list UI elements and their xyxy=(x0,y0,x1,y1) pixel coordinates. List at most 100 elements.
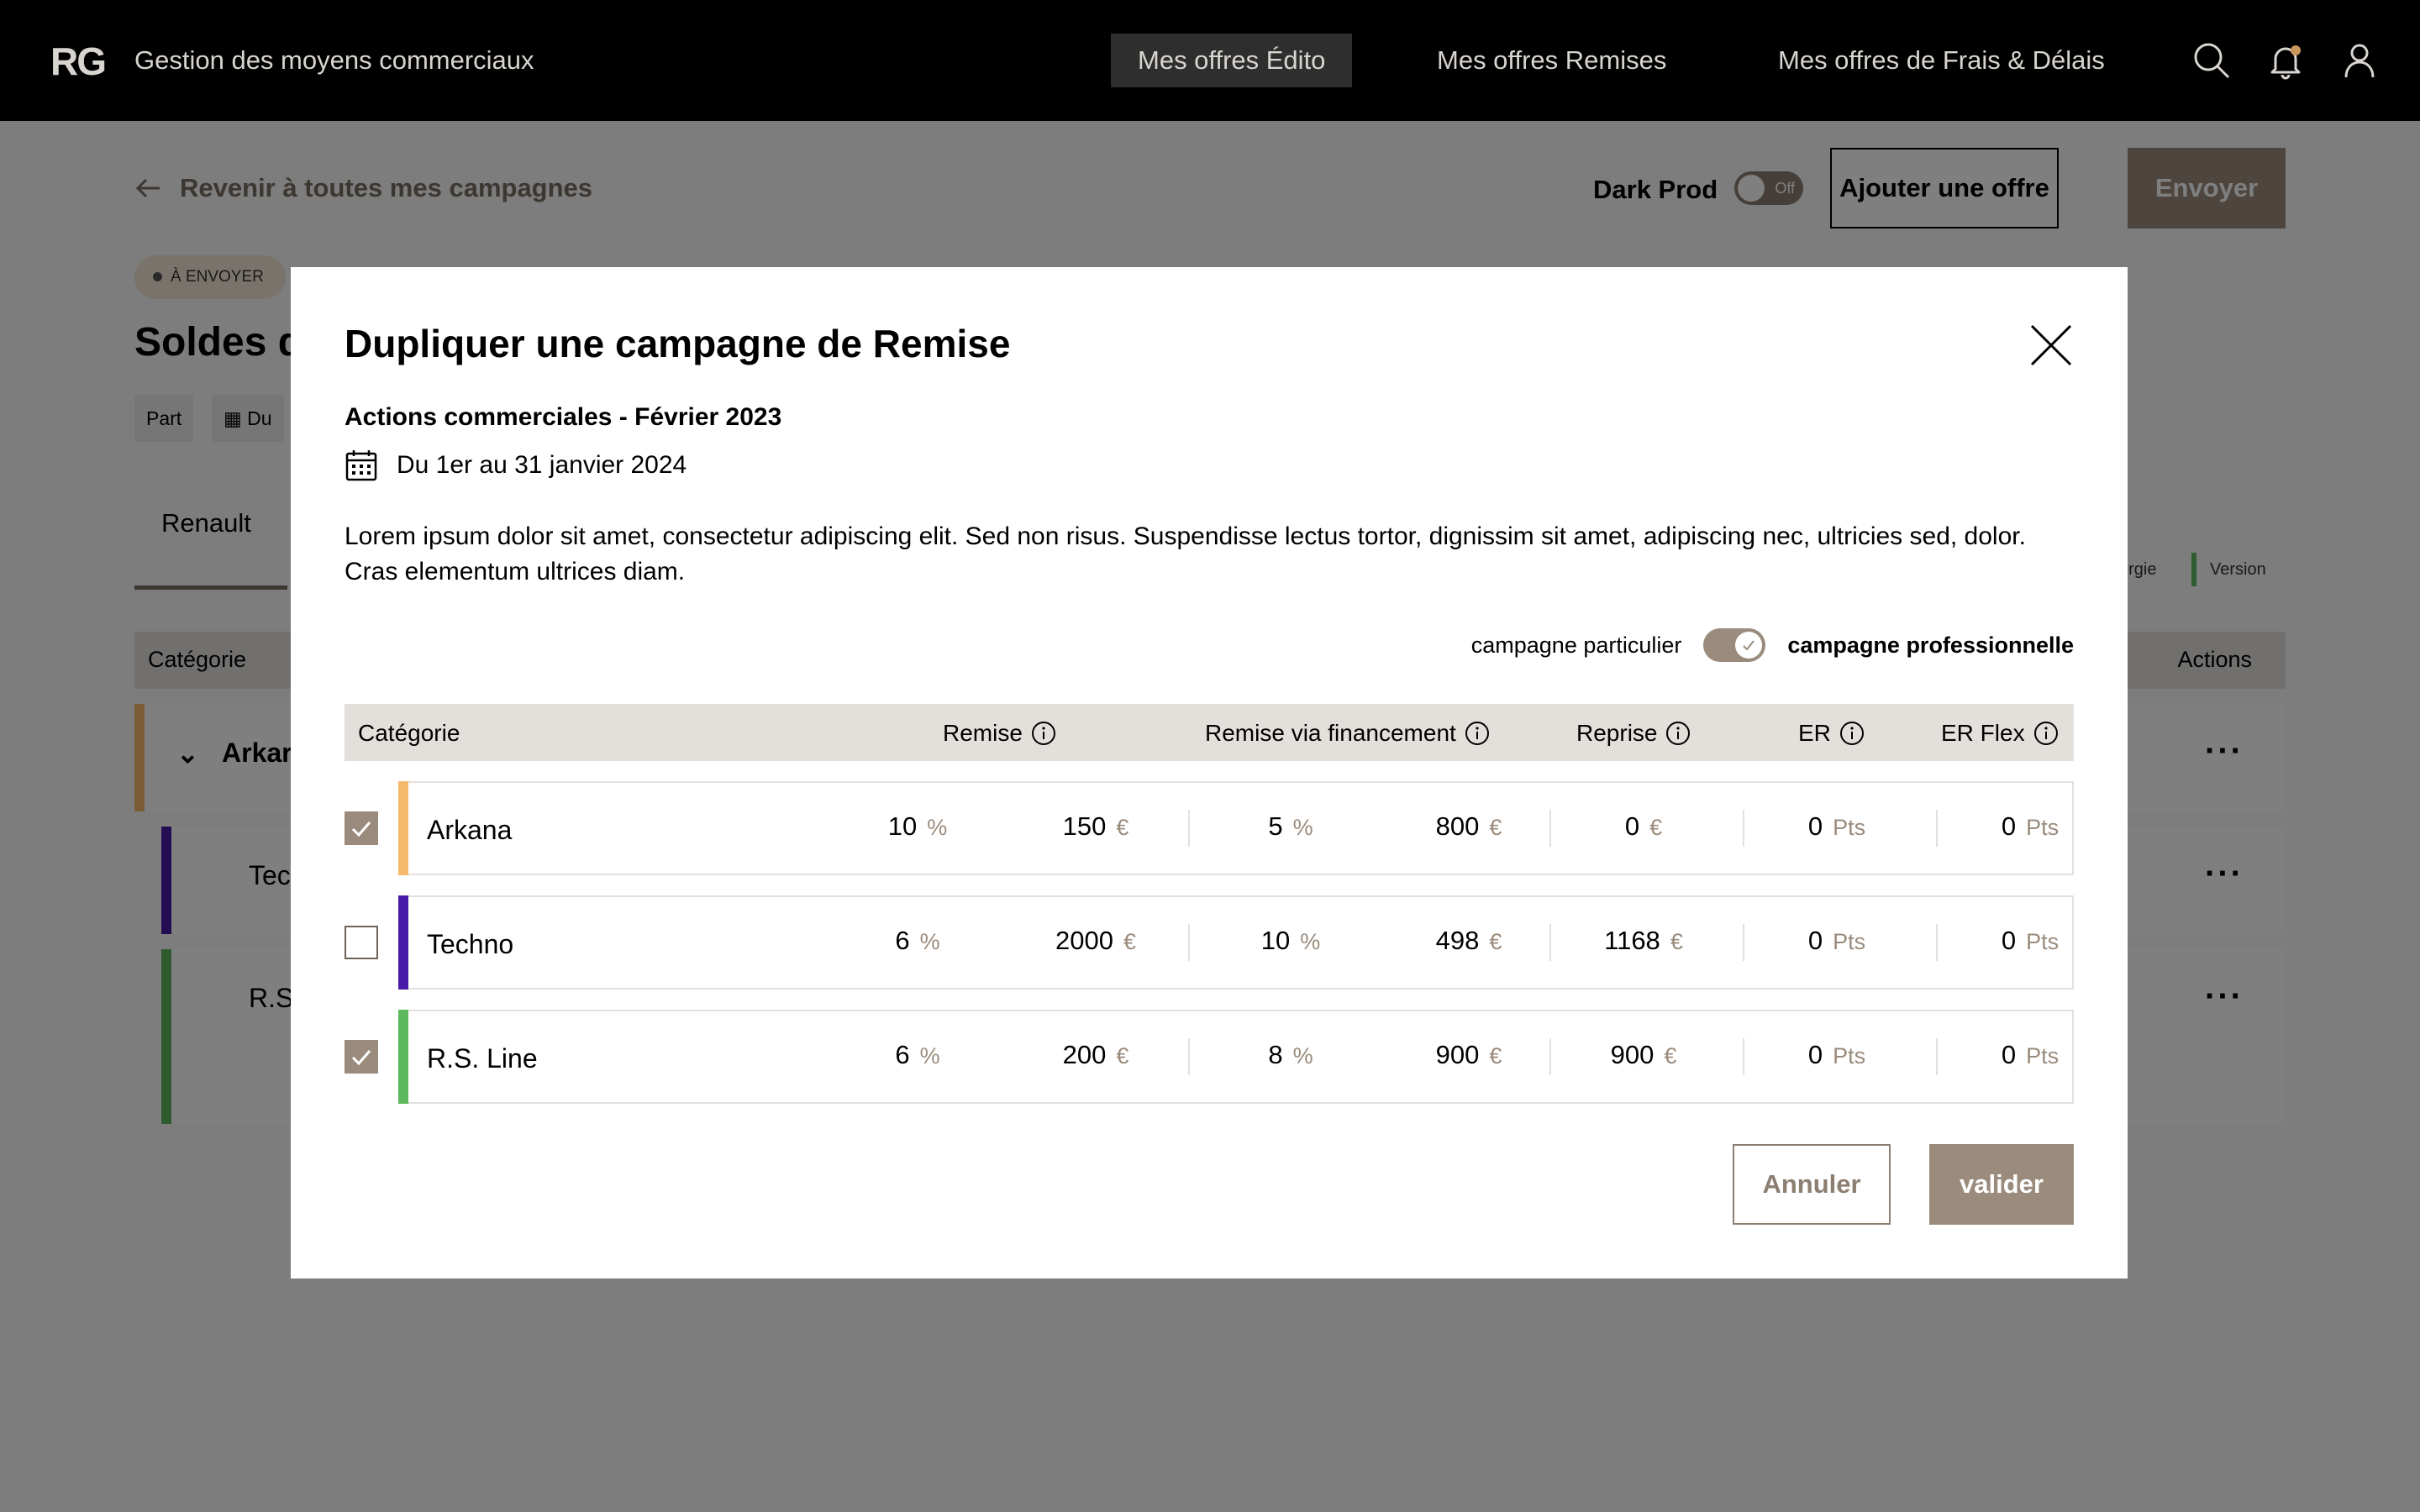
search-icon[interactable] xyxy=(2191,40,2232,81)
header-er-label: ER xyxy=(1798,720,1831,746)
value: 5 xyxy=(1268,811,1283,841)
unit: % xyxy=(1300,929,1321,954)
er-field[interactable]: 0 Pts xyxy=(1744,811,1929,842)
value: 2000 xyxy=(1055,926,1113,955)
financement-percent-field[interactable]: 10% xyxy=(1198,926,1383,956)
header-er: ER xyxy=(1798,720,1865,747)
campaign-type-switch: campagne particulier campagne profession… xyxy=(1471,628,2074,662)
remise-euro-field[interactable]: 150 € xyxy=(1003,811,1188,842)
row-checkbox[interactable] xyxy=(345,811,378,845)
financement-percent-field[interactable]: 8% xyxy=(1198,1040,1383,1070)
unit: Pts xyxy=(2026,929,2060,954)
header-remise-label: Remise xyxy=(943,720,1023,746)
header-category-label: Catégorie xyxy=(358,720,460,746)
unit: Pts xyxy=(2026,1043,2060,1068)
value: 900 xyxy=(1610,1040,1655,1069)
reprise-field[interactable]: 0 € xyxy=(1551,811,1736,842)
er-field[interactable]: 0 Pts xyxy=(1744,926,1929,956)
financement-percent-field[interactable]: 5% xyxy=(1198,811,1383,842)
nav-tab-frais-delais[interactable]: Mes offres de Frais & Délais xyxy=(1751,34,2132,87)
remise-euro-field[interactable]: 200 € xyxy=(1003,1040,1188,1070)
value: 498 xyxy=(1435,926,1480,955)
check-icon xyxy=(351,1050,371,1066)
bell-icon[interactable] xyxy=(2265,40,2306,81)
value: 0 xyxy=(1807,1040,1823,1069)
value: 10 xyxy=(1260,926,1291,955)
header-remise-financement: Remise via financement xyxy=(1205,720,1490,747)
unit: Pts xyxy=(2026,815,2060,840)
nav-tab-edito[interactable]: Mes offres Édito xyxy=(1111,34,1353,87)
unit: % xyxy=(919,929,940,954)
er-flex-field[interactable]: 0 Pts xyxy=(1938,811,2123,842)
logo[interactable]: RG xyxy=(50,39,107,84)
row-color-accent xyxy=(398,781,408,875)
calendar-icon xyxy=(345,450,377,481)
column-divider xyxy=(1188,1038,1190,1075)
remise-percent-field[interactable]: 6% xyxy=(825,926,1010,956)
value: 8 xyxy=(1268,1040,1283,1069)
nav-tab-remises[interactable]: Mes offres Remises xyxy=(1410,34,1693,87)
row-category-name: Techno xyxy=(427,929,514,959)
info-icon[interactable] xyxy=(1465,721,1490,746)
unit: % xyxy=(1292,1043,1313,1068)
financement-euro-field[interactable]: 800 € xyxy=(1376,811,1561,842)
table-row: Techno 6% 2000 € 10% 498 € 1168 € 0 Pts 0 Pts xyxy=(398,895,2074,990)
info-icon[interactable] xyxy=(1665,721,1691,746)
financement-euro-field[interactable]: 498 € xyxy=(1376,926,1561,956)
value: 900 xyxy=(1435,1040,1480,1069)
date-range: Du 1er au 31 janvier 2024 xyxy=(345,449,687,482)
value: 0 xyxy=(2001,1040,2017,1069)
unit: % xyxy=(927,815,948,840)
cancel-button[interactable]: Annuler xyxy=(1733,1144,1891,1225)
reprise-field[interactable]: 900 € xyxy=(1551,1040,1736,1070)
duplicate-campaign-modal: Dupliquer une campagne de Remise Actions… xyxy=(291,267,2128,1278)
value: 150 xyxy=(1062,811,1107,841)
value: 1168 xyxy=(1604,926,1660,955)
check-icon xyxy=(1735,632,1763,659)
header-reprise-label: Reprise xyxy=(1576,720,1658,746)
campaign-name: Actions commerciales - Février 2023 xyxy=(345,403,782,431)
remise-euro-field[interactable]: 2000 € xyxy=(1003,926,1188,956)
er-flex-field[interactable]: 0 Pts xyxy=(1938,1040,2123,1070)
unit: € xyxy=(1489,929,1502,954)
row-checkbox[interactable] xyxy=(345,1040,378,1074)
info-icon[interactable] xyxy=(1839,721,1865,746)
header-remise: Remise xyxy=(943,720,1056,747)
value: 0 xyxy=(1807,811,1823,841)
info-icon[interactable] xyxy=(2033,721,2059,746)
value: 6 xyxy=(895,926,910,955)
remise-percent-field[interactable]: 10% xyxy=(825,811,1010,842)
campaign-type-toggle[interactable] xyxy=(1703,628,1766,662)
date-range-label: Du 1er au 31 janvier 2024 xyxy=(397,451,687,479)
unit: % xyxy=(919,1043,940,1068)
reprise-field[interactable]: 1168 € xyxy=(1551,926,1736,956)
header-remise-financement-label: Remise via financement xyxy=(1205,720,1456,746)
notification-dot xyxy=(2291,45,2301,55)
value: 200 xyxy=(1062,1040,1107,1069)
header-category: Catégorie xyxy=(358,720,460,747)
financement-euro-field[interactable]: 900 € xyxy=(1376,1040,1561,1070)
close-icon[interactable] xyxy=(2028,323,2074,368)
value: 0 xyxy=(2001,811,2017,841)
toggle-label-professionnelle: campagne professionnelle xyxy=(1787,632,2074,658)
value: 0 xyxy=(2001,926,2017,955)
remise-percent-field[interactable]: 6% xyxy=(825,1040,1010,1070)
table-header: Catégorie Remise Remise via financement … xyxy=(345,704,2074,761)
unit: € xyxy=(1664,1043,1677,1068)
er-field[interactable]: 0 Pts xyxy=(1744,1040,1929,1070)
user-icon[interactable] xyxy=(2339,40,2380,81)
unit: % xyxy=(1292,815,1313,840)
check-icon xyxy=(351,822,371,837)
er-flex-field[interactable]: 0 Pts xyxy=(1938,926,2123,956)
header-er-flex: ER Flex xyxy=(1941,720,2059,747)
value: 10 xyxy=(887,811,918,841)
row-category-name: Arkana xyxy=(427,815,513,845)
unit: € xyxy=(1670,929,1683,954)
row-checkbox[interactable] xyxy=(345,926,378,959)
info-icon[interactable] xyxy=(1031,721,1056,746)
table-row: R.S. Line 6% 200 € 8% 900 € 900 € 0 Pts 0 Pts xyxy=(398,1010,2074,1104)
value: 0 xyxy=(1624,811,1640,841)
value: 6 xyxy=(895,1040,910,1069)
validate-button[interactable]: valider xyxy=(1929,1144,2074,1225)
unit: € xyxy=(1649,815,1663,840)
